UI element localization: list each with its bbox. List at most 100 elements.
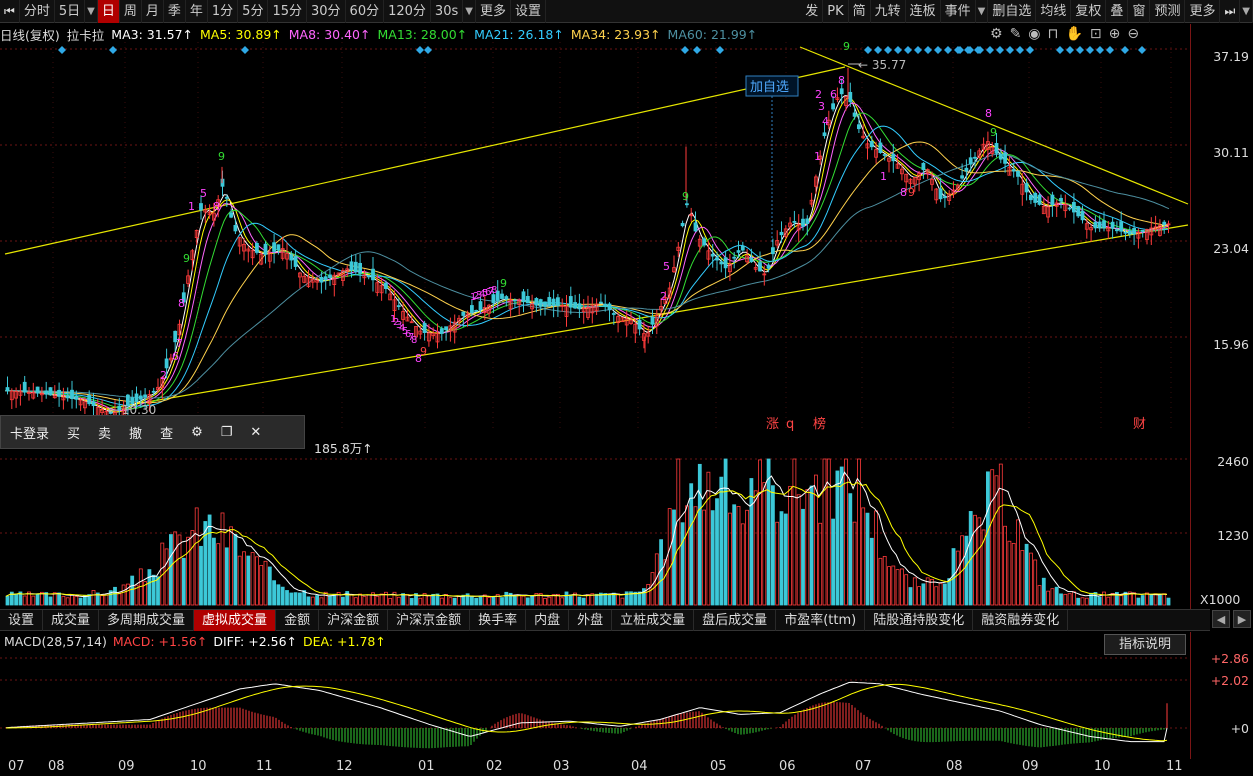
volume-bar <box>1072 591 1076 606</box>
volume-bar <box>91 590 96 606</box>
signal-diamond <box>1056 46 1064 54</box>
tab-14[interactable]: 融资融券变化 <box>973 609 1069 631</box>
volume-bar <box>396 596 401 606</box>
volume-bar <box>831 518 835 606</box>
signal-diamond <box>1076 46 1084 54</box>
tab-13[interactable]: 陆股通持股变化 <box>865 609 974 631</box>
volume-chart[interactable] <box>0 455 1190 607</box>
candle-body <box>779 231 784 236</box>
signal-diamond <box>1096 46 1104 54</box>
tool-button-3[interactable]: 九转 <box>871 0 906 23</box>
period-button-1[interactable]: 分时 <box>20 0 55 23</box>
period-button-8[interactable]: 年 <box>186 0 208 23</box>
period-button-6[interactable]: 月 <box>142 0 164 23</box>
tool-button-8[interactable]: 均线 <box>1036 0 1072 23</box>
ma-legend: 日线(复权) 拉卡拉 MA3: 31.57↑ MA5: 30.89↑ MA8: 30.4… <box>0 25 990 43</box>
candle-body <box>513 299 517 302</box>
tool-button-11[interactable]: 窗 <box>1128 0 1151 23</box>
candle-body <box>439 328 444 334</box>
ma-item-0: 日线(复权) <box>0 27 60 43</box>
volume-bar <box>921 583 926 606</box>
macd-chart[interactable] <box>0 652 1190 758</box>
candle-body <box>35 386 40 394</box>
tool-button-2[interactable]: 简 <box>849 0 871 23</box>
candle-body <box>839 88 844 95</box>
volume-bar <box>900 568 904 606</box>
volume-bar <box>259 565 264 606</box>
event-marker: 财 <box>1133 417 1146 432</box>
candle-body <box>353 261 358 273</box>
tab-0[interactable]: 设置 <box>0 609 44 631</box>
volume-bar <box>887 566 891 606</box>
period-button-2[interactable]: 5日 <box>55 0 86 23</box>
tab-10[interactable]: 立桩成交量 <box>612 609 695 631</box>
period-button-18[interactable]: 设置 <box>511 0 546 23</box>
volume-bar <box>581 597 586 606</box>
dropdown-arrow-icon[interactable]: ▼ <box>1240 0 1253 23</box>
period-button-12[interactable]: 30分 <box>307 0 346 23</box>
candle-body <box>732 256 737 259</box>
volume-bar <box>220 512 225 606</box>
period-button-9[interactable]: 1分 <box>208 0 239 23</box>
tab-6[interactable]: 沪深京金额 <box>388 609 471 631</box>
tab-8[interactable]: 内盘 <box>526 609 570 631</box>
event-marker: q <box>786 417 794 432</box>
skip-start-icon[interactable]: ⏮ <box>0 0 20 23</box>
candle-body <box>229 212 234 218</box>
period-button-14[interactable]: 120分 <box>384 0 431 23</box>
period-button-7[interactable]: 季 <box>164 0 186 23</box>
tab-9[interactable]: 外盘 <box>569 609 613 631</box>
volume-bar <box>706 471 711 606</box>
candle-body <box>1110 221 1115 229</box>
volume-bar <box>736 506 741 606</box>
tool-button-12[interactable]: 预测 <box>1150 0 1186 23</box>
tool-button-1[interactable]: PK <box>823 0 849 23</box>
tool-button-10[interactable]: 叠 <box>1106 0 1129 23</box>
period-button-15[interactable]: 30s <box>431 0 464 23</box>
volume-bar <box>319 597 324 606</box>
scroll-left-icon[interactable]: ◀ <box>1212 610 1230 628</box>
date-tick: 08 <box>48 759 65 774</box>
volume-bar <box>693 506 698 606</box>
tab-12[interactable]: 市盈率(ttm) <box>776 609 866 631</box>
dropdown-arrow-icon[interactable]: ▼ <box>85 0 98 23</box>
volume-bar <box>947 578 952 606</box>
volume-bar <box>551 594 556 606</box>
period-button-5[interactable]: 周 <box>120 0 142 23</box>
skip-end-icon[interactable]: ⏭ <box>1220 0 1241 23</box>
tab-7[interactable]: 换手率 <box>470 609 527 631</box>
tool-button-4[interactable]: 连板 <box>906 0 941 23</box>
volume-bar <box>289 592 294 606</box>
tab-3[interactable]: 虚拟成交量 <box>194 609 277 631</box>
candlestick-chart[interactable]: 951 89876289925912 63489891981234567812345… <box>0 42 1190 432</box>
tool-button-0[interactable]: 发 <box>801 0 824 23</box>
dropdown-arrow-icon[interactable]: ▼ <box>463 0 476 23</box>
tab-11[interactable]: 盘后成交量 <box>694 609 777 631</box>
volume-bar <box>401 593 406 606</box>
volume-bar <box>1067 593 1072 606</box>
tab-2[interactable]: 多周期成交量 <box>99 609 195 631</box>
tab-5[interactable]: 沪深金额 <box>319 609 389 631</box>
volume-bar <box>986 471 990 606</box>
candle-body <box>1067 207 1072 210</box>
period-button-17[interactable]: 更多 <box>476 0 511 23</box>
period-button-11[interactable]: 15分 <box>268 0 307 23</box>
td-count-label: 1 <box>814 150 821 163</box>
dropdown-arrow-icon[interactable]: ▼ <box>976 0 989 23</box>
signal-diamond <box>1138 46 1146 54</box>
period-button-4[interactable]: 日 <box>97 0 120 23</box>
tool-button-9[interactable]: 复权 <box>1071 0 1107 23</box>
tab-1[interactable]: 成交量 <box>43 609 100 631</box>
period-button-10[interactable]: 5分 <box>238 0 269 23</box>
candle-body <box>766 264 771 269</box>
tool-button-5[interactable]: 事件 <box>941 0 976 23</box>
tool-button-13[interactable]: 更多 <box>1185 0 1221 23</box>
volume-bar <box>697 463 702 606</box>
tab-4[interactable]: 金额 <box>276 609 320 631</box>
volume-bar <box>1166 597 1171 606</box>
scroll-right-icon[interactable]: ▶ <box>1233 610 1251 628</box>
signal-diamond <box>894 46 902 54</box>
tool-button-7[interactable]: 删自选 <box>988 0 1037 23</box>
period-button-13[interactable]: 60分 <box>346 0 385 23</box>
volume-bar <box>78 597 83 606</box>
